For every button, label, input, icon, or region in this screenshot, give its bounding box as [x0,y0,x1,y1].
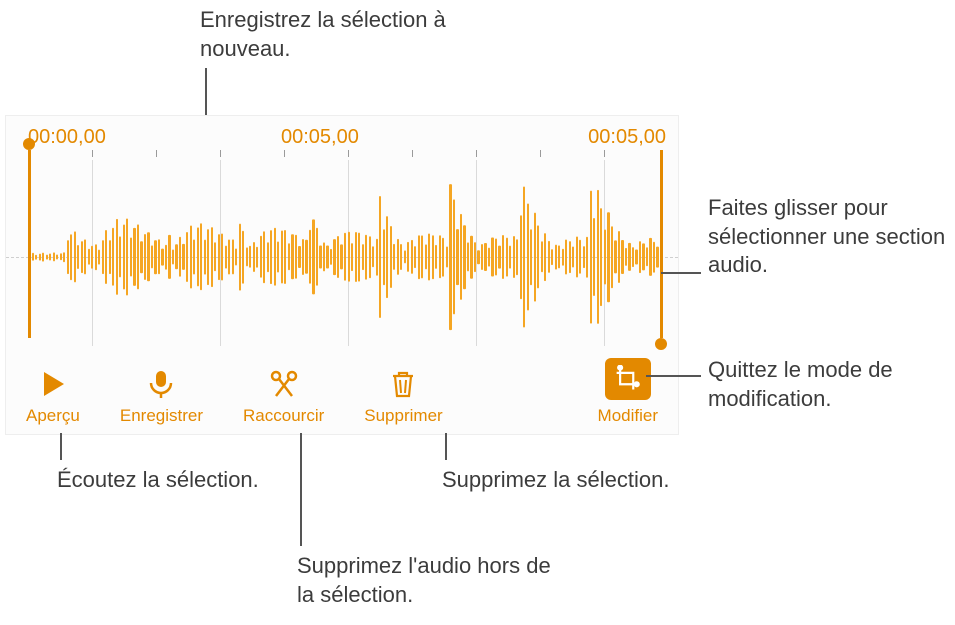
callout-drag: Faites glisser pour sélectionner une sec… [708,194,955,280]
selection-handle-start[interactable] [28,150,31,338]
record-button[interactable]: Enregistrer [120,368,203,426]
microphone-icon [145,368,177,400]
delete-button[interactable]: Supprimer [364,368,442,426]
callout-quit-edit: Quittez le mode de modification. [708,356,955,413]
trash-icon [387,368,419,400]
callout-delete-sel: Supprimez la sélection. [442,466,669,495]
trim-label: Raccourcir [243,406,324,426]
edit-mode-button[interactable]: Modifier [598,358,658,426]
trim-button[interactable]: Raccourcir [243,368,324,426]
leader-drag [661,272,701,274]
edit-label: Modifier [598,406,658,426]
timecode-bar: 00:00,00 00:05,00 00:05,00 [6,126,678,150]
toolbar: Aperçu Enregistrer [6,351,678,434]
diagram-stage: Enregistrez la sélection à nouveau. 00:0… [0,0,955,625]
delete-label: Supprimer [364,406,442,426]
selection-handle-end[interactable] [660,150,663,338]
leader-quit-edit [646,375,701,377]
timecode-start: 00:00,00 [28,126,106,149]
waveform[interactable] [6,176,678,338]
preview-label: Aperçu [26,406,80,426]
record-label: Enregistrer [120,406,203,426]
play-icon [37,368,69,400]
leader-delete-sel [445,433,447,460]
tick-marks [6,150,678,158]
callout-rerecord: Enregistrez la sélection à nouveau. [200,6,460,63]
callout-listen: Écoutez la sélection. [57,466,259,495]
timecode-end: 00:05,00 [588,126,666,149]
scissors-icon [268,368,300,400]
leader-listen [60,433,62,460]
waveform-area[interactable]: 00:00,00 00:05,00 00:05,00 [6,116,678,346]
timecode-playhead: 00:05,00 [281,126,359,149]
preview-button[interactable]: Aperçu [26,368,80,426]
crop-icon [605,358,651,400]
callout-delete-out: Supprimez l'audio hors de la sélection. [297,552,557,609]
leader-delete-out [300,433,302,546]
audio-editor-panel: 00:00,00 00:05,00 00:05,00 [6,116,678,434]
